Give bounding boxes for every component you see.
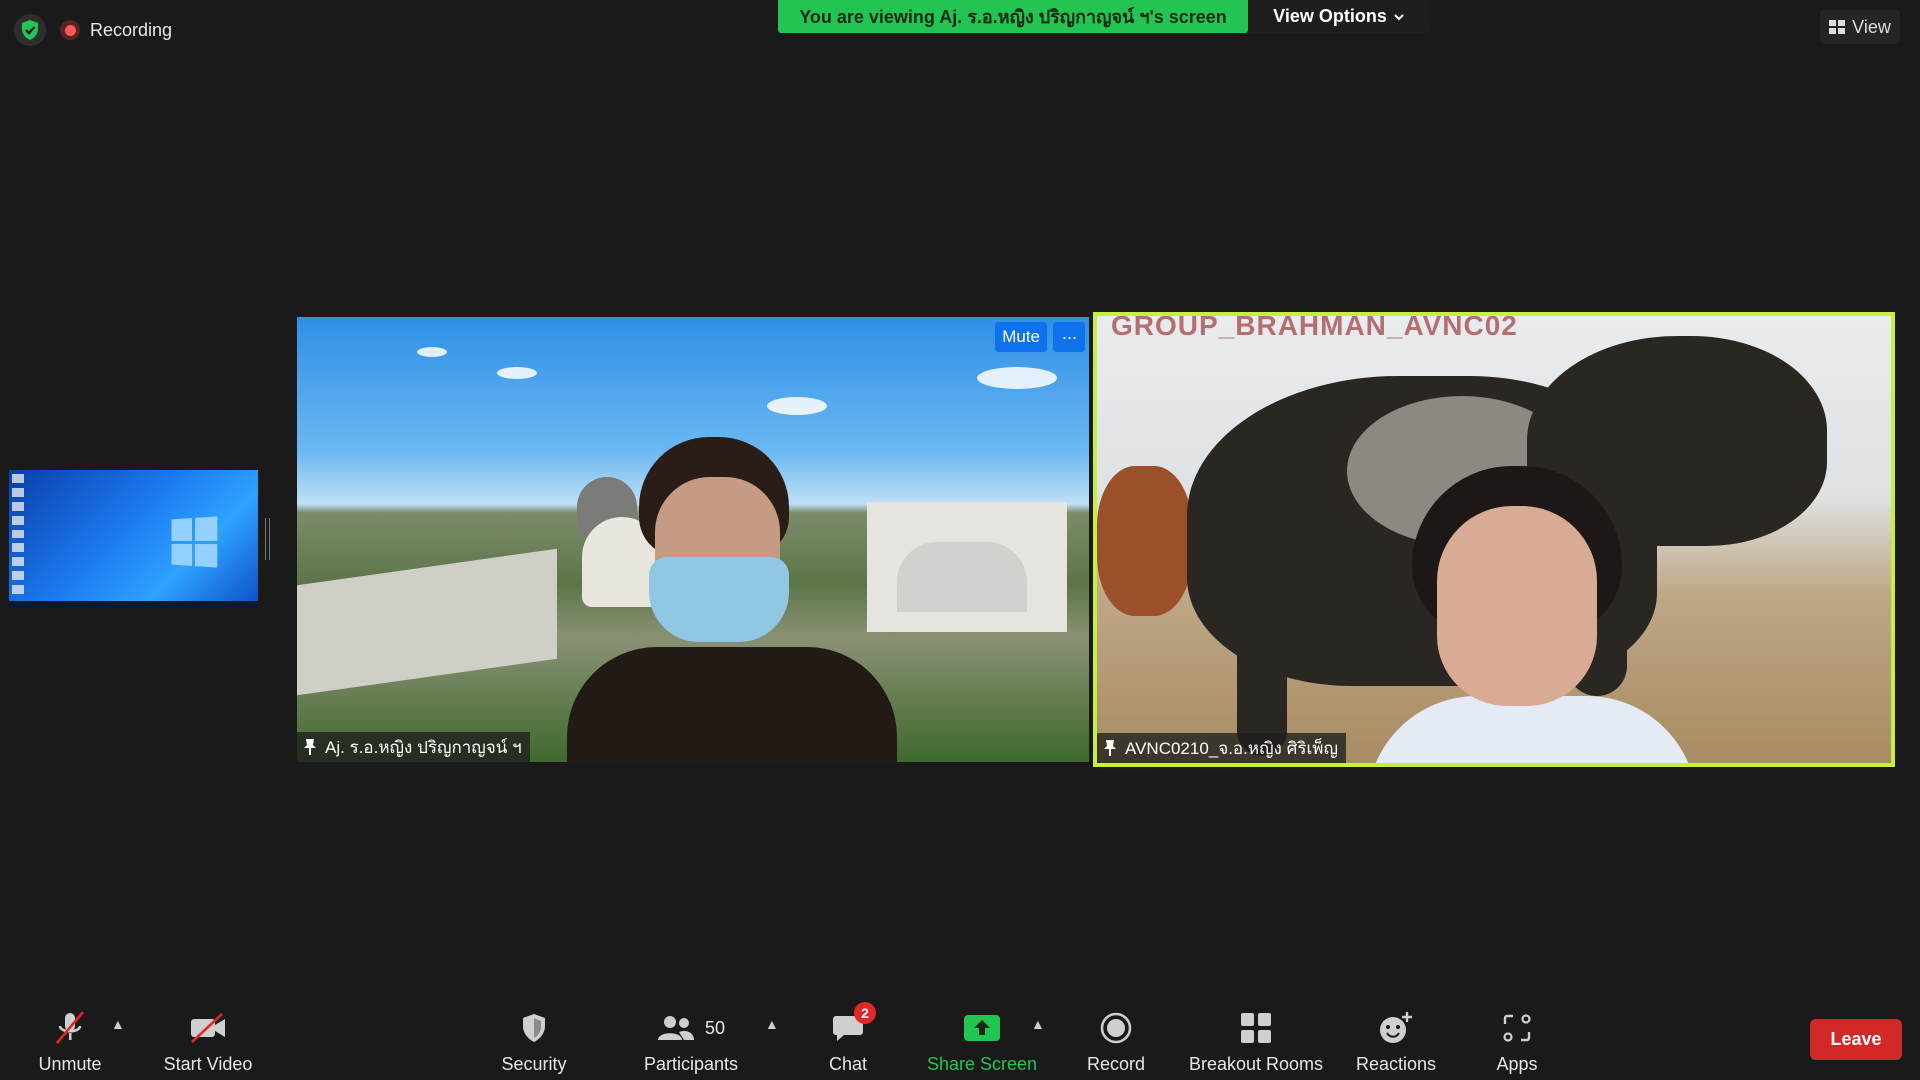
security-button[interactable]: Security (488, 994, 580, 1080)
view-options-button[interactable]: View Options (1248, 0, 1430, 33)
mic-off-icon (53, 1006, 87, 1050)
pin-icon (304, 739, 316, 755)
leave-meeting-button[interactable]: Leave (1810, 1019, 1902, 1060)
windows-taskbar (9, 601, 258, 608)
apps-label: Apps (1496, 1054, 1538, 1074)
participant-name-tag: Aj. ร.อ.หญิง ปริญกาญจน์ ฯ (297, 732, 530, 762)
security-label: Security (501, 1054, 567, 1074)
record-label: Record (1086, 1054, 1146, 1074)
start-video-button[interactable]: Start Video (156, 994, 260, 1080)
participant-name-tag: AVNC0210_จ.อ.หญิง ศิริเพ็ญ (1097, 733, 1346, 763)
mute-participant-button[interactable]: Mute (995, 322, 1047, 352)
participants-options-caret-icon[interactable]: ▲ (765, 1016, 779, 1032)
thumbnail-resize-handle[interactable] (265, 518, 270, 560)
reactions-button[interactable]: Reactions (1352, 994, 1440, 1080)
share-screen-icon (963, 1006, 1001, 1050)
chat-label: Chat (828, 1054, 868, 1074)
record-dot-icon (60, 20, 80, 40)
reactions-icon (1378, 1006, 1414, 1050)
breakout-rooms-label: Breakout Rooms (1188, 1054, 1324, 1074)
participants-count: 50 (704, 1017, 726, 1038)
view-options-label: View Options (1273, 6, 1387, 26)
participants-icon-group: 50 (657, 1006, 725, 1050)
participant-name: Aj. ร.อ.หญิง ปริญกาญจน์ ฯ (325, 737, 522, 757)
apps-icon (1502, 1006, 1532, 1050)
unmute-label: Unmute (38, 1054, 102, 1074)
chevron-down-icon (1394, 13, 1404, 20)
more-options-button[interactable]: ··· (1053, 322, 1085, 352)
participant-video-1 (567, 437, 897, 762)
meeting-toolbar: Unmute ▲ Start Video Security 50 Partici… (0, 994, 1920, 1080)
participants-icon (657, 1016, 694, 1040)
chat-unread-badge: 2 (854, 1002, 876, 1024)
encryption-shield-icon[interactable] (14, 14, 46, 46)
chat-button[interactable]: 2 Chat (820, 994, 876, 1080)
view-label: View (1852, 16, 1891, 37)
background-overlay-text: GROUP_BRAHMAN_AVNC02 (1111, 312, 1518, 341)
record-icon (1100, 1006, 1132, 1050)
share-screen-button[interactable]: Share Screen (924, 994, 1040, 1080)
pin-icon (1104, 740, 1116, 756)
unmute-button[interactable]: Unmute (28, 994, 112, 1080)
audio-options-caret-icon[interactable]: ▲ (111, 1016, 125, 1032)
video-tile-active-speaker[interactable]: GROUP_BRAHMAN_AVNC02 AVNC0210_จ.อ.หญิง ศ… (1093, 312, 1895, 767)
desktop-icons (12, 474, 34, 595)
participants-button[interactable]: 50 Participants (636, 994, 746, 1080)
view-button[interactable]: View (1820, 10, 1900, 44)
breakout-rooms-button[interactable]: Breakout Rooms (1184, 994, 1328, 1080)
share-options-caret-icon[interactable]: ▲ (1031, 1016, 1045, 1032)
grid-view-icon (1829, 20, 1846, 34)
chat-icon: 2 (832, 1002, 876, 1050)
apps-button[interactable]: Apps (1488, 994, 1546, 1080)
participant-name: AVNC0210_จ.อ.หญิง ศิริเพ็ญ (1125, 738, 1338, 758)
reactions-label: Reactions (1355, 1054, 1437, 1074)
recording-label: Recording (90, 19, 173, 40)
share-screen-label: Share Screen (926, 1054, 1038, 1074)
shared-screen-thumbnail[interactable] (9, 470, 258, 608)
windows-logo-icon (171, 516, 218, 568)
video-tile-host[interactable]: Mute ··· Aj. ร.อ.หญิง ปริญกาญจน์ ฯ (297, 317, 1089, 762)
record-button[interactable]: Record (1080, 994, 1152, 1080)
participants-label: Participants (643, 1054, 739, 1074)
start-video-label: Start Video (163, 1054, 253, 1074)
recording-indicator[interactable]: Recording (60, 16, 172, 44)
participant-video-2 (1367, 466, 1697, 763)
breakout-rooms-icon (1240, 1006, 1272, 1050)
security-shield-icon (520, 1006, 548, 1050)
viewing-screen-banner: You are viewing Aj. ร.อ.หญิง ปริญกาญจน์ … (778, 0, 1248, 33)
video-off-icon (188, 1006, 228, 1050)
